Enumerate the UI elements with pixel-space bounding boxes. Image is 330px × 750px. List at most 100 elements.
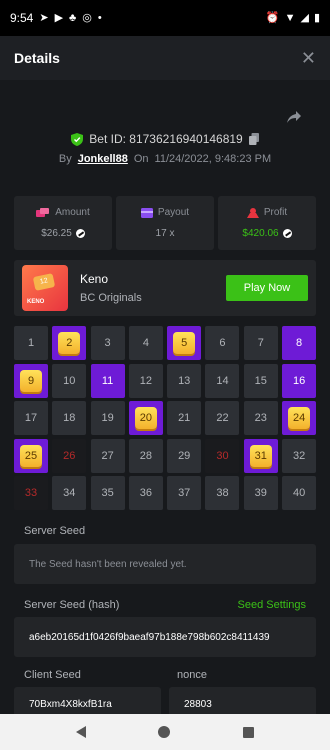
bird-icon: ♣ xyxy=(69,11,77,24)
game-name: Keno xyxy=(80,272,109,286)
keno-cell: 15 xyxy=(243,363,278,398)
keno-cell: 8 xyxy=(282,326,317,360)
profit-icon xyxy=(246,207,259,218)
amount-label: Amount xyxy=(55,207,90,218)
keno-cell: 19 xyxy=(90,401,125,435)
by-label: By xyxy=(58,153,72,165)
keno-cell: 28 xyxy=(128,438,163,473)
at-icon: ◎ xyxy=(82,11,92,24)
keno-cell: 30 xyxy=(205,438,240,473)
keno-cell: 27 xyxy=(90,438,125,473)
stat-amount: Amount $26.25 xyxy=(14,196,112,250)
payout-value: 17 x xyxy=(155,228,175,239)
page-title: Details xyxy=(14,50,60,66)
keno-hit-tile: 25 xyxy=(20,444,42,467)
server-hash-field: a6eb20165d1f0426f9baeaf97b188e798b602c84… xyxy=(14,617,316,657)
keno-hit-tile: 9 xyxy=(20,369,42,392)
keno-cell: 33 xyxy=(14,476,48,510)
keno-cell: 11 xyxy=(90,363,125,398)
home-icon[interactable] xyxy=(158,726,171,738)
bet-by-row: By Jonkell88 On 11/24/2022, 9:48:23 PM xyxy=(0,153,330,165)
wifi-icon: ▼ xyxy=(284,11,296,24)
payout-label-row: Payout xyxy=(140,207,190,218)
dot-icon: • xyxy=(97,11,102,24)
verified-shield-icon xyxy=(71,132,84,146)
keno-cell: 32 xyxy=(282,438,317,473)
keno-hit-tile: 31 xyxy=(249,444,272,467)
play-now-button[interactable]: Play Now xyxy=(226,275,308,301)
keno-cell: 12 xyxy=(128,363,163,398)
on-label: On xyxy=(133,153,149,165)
keno-cell: 40 xyxy=(282,476,317,510)
recents-icon[interactable] xyxy=(242,726,254,738)
details-content[interactable]: Bet ID: 81736216940146819 By Jonkell88 O… xyxy=(0,80,330,714)
keno-cell: 14 xyxy=(205,363,240,398)
keno-cell: 23 xyxy=(243,401,278,435)
server-hash-label: Server Seed (hash) xyxy=(24,599,120,611)
keno-cell: 1 xyxy=(14,326,48,360)
money-icon xyxy=(36,207,50,217)
keno-cell: 13 xyxy=(167,363,202,398)
bet-id-row: Bet ID: 81736216940146819 xyxy=(0,132,330,146)
keno-cell: 20 xyxy=(128,401,163,435)
android-nav-bar xyxy=(0,714,330,750)
keno-cell: 26 xyxy=(52,438,87,473)
keno-cell: 3 xyxy=(90,326,125,360)
keno-cell: 37 xyxy=(167,476,202,510)
keno-cell: 21 xyxy=(167,401,202,435)
status-bar: 9:54 ➤ ▶ ♣ ◎ • ⏰ ▼ ◢ ▮ xyxy=(0,0,330,36)
keno-cell: 5 xyxy=(167,326,202,360)
coin-icon xyxy=(75,229,85,238)
profit-value-row: $420.06 xyxy=(242,228,292,239)
nonce-field: 28803 xyxy=(169,687,316,714)
keno-cell: 24 xyxy=(282,401,317,435)
keno-hit-tile: 2 xyxy=(58,332,81,354)
keno-thumbnail: 12 KENO xyxy=(22,265,68,311)
keno-cell: 7 xyxy=(243,326,278,360)
keno-hit-tile: 20 xyxy=(134,407,157,429)
amount-value: $26.25 xyxy=(41,228,72,239)
seed-settings-link[interactable]: Seed Settings xyxy=(238,599,307,611)
keno-cell: 4 xyxy=(128,326,163,360)
status-left: 9:54 ➤ ▶ ♣ ◎ • xyxy=(10,11,102,25)
keno-hit-tile: 5 xyxy=(173,332,196,354)
username-link[interactable]: Jonkell88 xyxy=(78,153,128,165)
keno-cell: 16 xyxy=(282,363,317,398)
server-seed-field: The Seed hasn't been revealed yet. xyxy=(14,544,316,584)
thumb-tile: 12 xyxy=(32,273,56,291)
bet-id: Bet ID: 81736216940146819 xyxy=(89,132,243,146)
youtube-icon: ▶ xyxy=(54,11,64,24)
client-seed-field: 70Bxm4X8kxfB1ra xyxy=(14,687,161,714)
status-right: ⏰ ▼ ◢ ▮ xyxy=(265,11,320,24)
keno-grid: 1 2 3 4 5 6 7 8 9 10 11 12 13 14 15 16 17 18 19 20 21 22 23 24 2… xyxy=(14,326,317,510)
telegram-icon: ➤ xyxy=(39,11,49,24)
bet-datetime: 11/24/2022, 9:48:23 PM xyxy=(154,153,272,165)
back-icon[interactable] xyxy=(76,726,87,738)
game-card: 12 KENO Keno BC Originals Play Now xyxy=(14,260,316,316)
close-icon[interactable]: ✕ xyxy=(301,48,316,69)
keno-cell: 38 xyxy=(205,476,240,510)
keno-cell: 25 xyxy=(14,438,48,473)
share-icon[interactable] xyxy=(286,110,302,124)
alarm-icon: ⏰ xyxy=(265,11,280,24)
coin-icon xyxy=(282,229,292,238)
keno-cell: 39 xyxy=(243,476,278,510)
details-header: Details ✕ xyxy=(0,36,330,80)
keno-cell: 2 xyxy=(52,326,87,360)
signal-icon: ◢ xyxy=(300,11,309,24)
status-time: 9:54 xyxy=(10,11,34,25)
client-seed-label: Client Seed xyxy=(24,669,81,681)
keno-cell: 36 xyxy=(128,476,163,510)
keno-cell: 31 xyxy=(243,438,278,473)
stat-profit: Profit $420.06 xyxy=(218,196,316,250)
keno-cell: 17 xyxy=(14,401,48,435)
payout-label: Payout xyxy=(157,207,190,218)
keno-hit-tile: 24 xyxy=(288,407,311,429)
keno-cell: 18 xyxy=(52,401,87,435)
stat-payout: Payout 17 x xyxy=(116,196,214,250)
profit-label: Profit xyxy=(263,207,288,218)
keno-cell: 35 xyxy=(90,476,125,510)
nonce-label: nonce xyxy=(177,669,207,681)
copy-icon[interactable] xyxy=(248,133,259,145)
amount-value-row: $26.25 xyxy=(41,228,85,239)
